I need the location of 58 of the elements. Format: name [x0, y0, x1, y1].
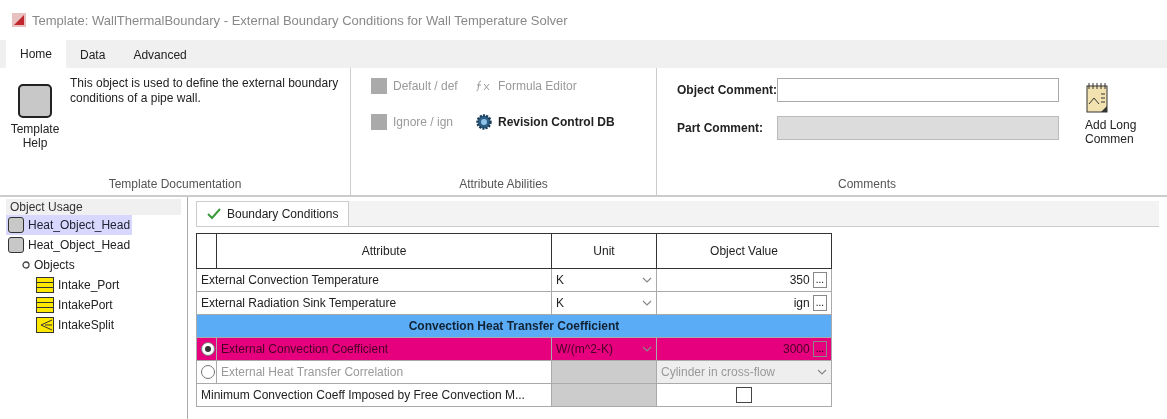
square-icon: [8, 217, 24, 233]
ellipsis-button[interactable]: ...: [812, 272, 827, 288]
tree-item[interactable]: IntakePort: [34, 295, 115, 315]
notepad-icon: [1085, 82, 1109, 114]
attribute-button[interactable]: Revision Control DB: [476, 114, 626, 130]
split-icon: [36, 317, 54, 333]
field-label: Object Comment:: [677, 83, 777, 97]
ellipsis-button[interactable]: ...: [812, 295, 827, 311]
attribute-cell: External Heat Transfer Correlation: [216, 360, 552, 384]
chevron-icon: [817, 369, 827, 375]
tree-item[interactable]: Objects: [20, 255, 77, 275]
group-label: Attribute Abilities: [458, 177, 549, 193]
chevron-icon: [642, 277, 652, 283]
group-label: Template Documentation: [107, 177, 243, 193]
pipe-icon: [36, 277, 54, 293]
unit-dropdown[interactable]: K: [551, 268, 657, 292]
circle-icon: [22, 261, 30, 269]
column-header: Attribute: [216, 233, 552, 269]
chevron-icon: [642, 346, 652, 352]
attribute-cell: Minimum Convection Coeff Imposed by Free Convection M...: [196, 383, 552, 407]
chevron-icon: [642, 300, 652, 306]
field-label: Part Comment:: [677, 121, 764, 135]
unit-dropdown[interactable]: K: [551, 291, 657, 315]
ribbon-tab[interactable]: Home: [6, 40, 66, 68]
comment-field[interactable]: [777, 78, 1059, 102]
tree-item[interactable]: Intake_Port: [34, 275, 122, 295]
attribute-cell: External Convection Temperature: [196, 268, 552, 292]
gear-icon: [476, 114, 492, 130]
radio-button[interactable]: [201, 342, 215, 356]
pipe-icon: [36, 297, 54, 313]
panel-title: Object Usage: [6, 199, 181, 215]
tree-item[interactable]: Heat_Object_Head: [6, 215, 133, 235]
value-cell[interactable]: 350 ...: [656, 268, 832, 292]
tree-item[interactable]: IntakeSplit: [34, 315, 117, 335]
ribbon-tab[interactable]: Data: [66, 42, 120, 68]
app-icon: [12, 13, 26, 27]
ribbon-tab[interactable]: Advanced: [119, 42, 201, 68]
add-long-comment-button[interactable]: Add Long Commen: [1077, 68, 1147, 195]
description-text: This object is used to define the external boundary conditions of a pipe wall.: [70, 75, 340, 107]
ellipsis-button[interactable]: ...: [812, 341, 827, 357]
checkbox[interactable]: [736, 387, 752, 403]
group-label: Comments: [837, 177, 897, 193]
square-icon: [8, 237, 24, 253]
template-help-button[interactable]: Template Help: [0, 68, 70, 177]
group-header: Convection Heat Transfer Coefficient: [196, 314, 832, 338]
square-icon: [371, 78, 387, 94]
column-header: Object Value: [656, 233, 832, 269]
attribute-cell: External Radiation Sink Temperature: [196, 291, 552, 315]
radio-button[interactable]: [201, 365, 215, 379]
attribute-cell: External Convection Coefficient: [216, 337, 552, 361]
square-icon: [371, 114, 387, 130]
column-header: Unit: [551, 233, 657, 269]
window-title: Template: WallThermalBoundary - External Boundary Conditions for Wall Temperature Solver: [32, 12, 568, 28]
tree-item[interactable]: Heat_Object_Head: [6, 235, 133, 255]
value-cell[interactable]: ign ...: [656, 291, 832, 315]
formula-icon: [476, 80, 492, 92]
grid-tab[interactable]: Boundary Conditions: [196, 201, 350, 226]
value-cell[interactable]: 3000 ...: [656, 337, 832, 361]
